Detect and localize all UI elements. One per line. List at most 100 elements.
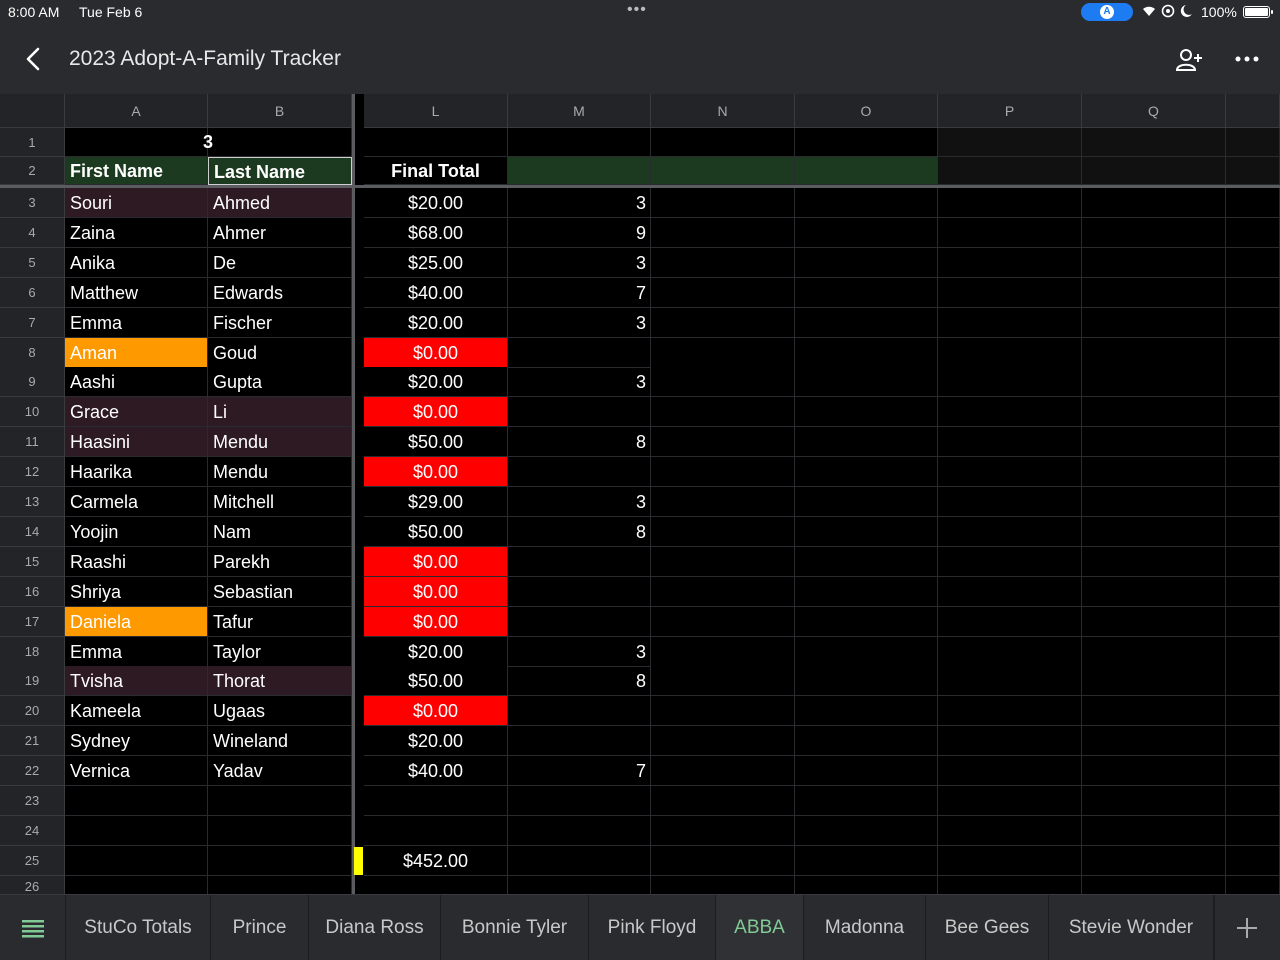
empty-cell[interactable] <box>65 845 208 876</box>
empty-cell[interactable] <box>795 277 938 308</box>
first-name-cell[interactable]: Zaina <box>65 217 208 248</box>
empty-cell[interactable] <box>1082 726 1226 757</box>
count-cell[interactable] <box>508 546 651 577</box>
empty-cell[interactable] <box>208 845 352 876</box>
empty-cell[interactable] <box>938 845 1082 876</box>
empty-cell[interactable] <box>651 875 795 894</box>
row-header-8[interactable]: 8 <box>0 337 65 368</box>
empty-cell[interactable] <box>651 786 795 816</box>
last-name-cell[interactable]: Edwards <box>208 277 352 308</box>
empty-cell[interactable] <box>1082 247 1226 278</box>
final-total-cell[interactable]: $0.00 <box>364 397 508 428</box>
empty-cell[interactable] <box>1082 576 1226 607</box>
tab-abba[interactable]: ABBA <box>716 895 804 960</box>
empty-cell[interactable] <box>1082 277 1226 308</box>
column-header-n[interactable]: N <box>651 94 795 128</box>
first-name-cell[interactable]: Souri <box>65 188 208 218</box>
empty-cell[interactable] <box>651 636 795 667</box>
row-header-4[interactable]: 4 <box>0 217 65 248</box>
row-header-21[interactable]: 21 <box>0 726 65 757</box>
first-name-cell[interactable]: Daniela <box>65 606 208 637</box>
empty-cell[interactable] <box>1082 696 1226 727</box>
final-total-cell[interactable]: $50.00 <box>364 427 508 458</box>
tab-madonna[interactable]: Madonna <box>804 895 926 960</box>
last-name-cell[interactable]: Ahmer <box>208 217 352 248</box>
empty-cell[interactable] <box>1082 188 1226 218</box>
first-name-cell[interactable]: Aman <box>65 337 208 368</box>
first-name-cell[interactable]: Kameela <box>65 696 208 727</box>
frozen-column-divider[interactable] <box>352 94 364 894</box>
empty-cell[interactable] <box>795 696 938 727</box>
empty-cell[interactable] <box>651 726 795 757</box>
empty-cell[interactable] <box>1082 217 1226 248</box>
empty-cell[interactable] <box>795 726 938 757</box>
empty-cell[interactable] <box>1226 247 1280 278</box>
last-name-cell[interactable]: Sebastian <box>208 576 352 607</box>
grand-total-cell[interactable]: $452.00 <box>364 845 508 876</box>
final-total-cell[interactable]: $25.00 <box>364 247 508 278</box>
empty-cell[interactable] <box>795 606 938 637</box>
empty-cell[interactable] <box>1082 815 1226 846</box>
final-total-cell[interactable]: $20.00 <box>364 307 508 338</box>
last-name-cell[interactable]: Gupta <box>208 367 352 398</box>
count-cell[interactable]: 3 <box>508 487 651 517</box>
empty-cell[interactable] <box>795 397 938 428</box>
empty-cell[interactable] <box>1226 367 1280 398</box>
count-cell[interactable] <box>508 606 651 637</box>
empty-cell[interactable] <box>1082 845 1226 876</box>
tab-bee-gees[interactable]: Bee Gees <box>926 895 1049 960</box>
empty-cell[interactable] <box>938 427 1082 458</box>
empty-cell[interactable] <box>938 875 1082 894</box>
row-header-25[interactable]: 25 <box>0 845 65 876</box>
last-name-cell[interactable]: Mitchell <box>208 487 352 517</box>
row-header-9[interactable]: 9 <box>0 367 65 398</box>
last-name-cell[interactable]: Yadav <box>208 756 352 787</box>
tab-diana-ross[interactable]: Diana Ross <box>309 895 441 960</box>
final-total-cell[interactable]: $50.00 <box>364 666 508 697</box>
empty-cell[interactable] <box>1082 546 1226 577</box>
tab-pink-floyd[interactable]: Pink Floyd <box>589 895 716 960</box>
empty-cell[interactable] <box>1226 487 1280 517</box>
tab-stuco-totals[interactable]: StuCo Totals <box>66 895 211 960</box>
empty-cell[interactable] <box>1082 636 1226 667</box>
empty-cell[interactable] <box>1082 666 1226 697</box>
empty-cell[interactable] <box>795 875 938 894</box>
spreadsheet-grid[interactable]: A B L M N O P Q 1 2 3 4 5 6 7 8 9 10 11 12 13 14 15 16 17 18 19 20 2… <box>0 94 1280 894</box>
count-cell[interactable] <box>508 696 651 727</box>
empty-cell[interactable] <box>1226 696 1280 727</box>
row-header-3[interactable]: 3 <box>0 188 65 218</box>
count-cell[interactable] <box>508 576 651 607</box>
final-total-cell[interactable]: $40.00 <box>364 277 508 308</box>
count-cell[interactable]: 3 <box>508 636 651 667</box>
empty-cell[interactable] <box>795 337 938 368</box>
empty-cell[interactable] <box>1226 157 1280 185</box>
empty-cell[interactable] <box>651 427 795 458</box>
first-name-cell[interactable]: Matthew <box>65 277 208 308</box>
empty-cell[interactable] <box>1082 756 1226 787</box>
empty-cell[interactable] <box>795 217 938 248</box>
empty-cell[interactable] <box>651 307 795 338</box>
first-name-cell[interactable]: Emma <box>65 636 208 667</box>
empty-cell[interactable] <box>651 487 795 517</box>
final-total-cell[interactable]: $20.00 <box>364 188 508 218</box>
empty-cell[interactable] <box>1226 128 1280 157</box>
add-sheet-button[interactable] <box>1214 895 1280 960</box>
empty-cell[interactable] <box>1226 875 1280 894</box>
empty-cell[interactable] <box>795 815 938 846</box>
empty-cell[interactable] <box>651 815 795 846</box>
empty-cell[interactable] <box>651 367 795 398</box>
empty-cell[interactable] <box>1082 786 1226 816</box>
empty-cell[interactable] <box>795 666 938 697</box>
last-name-cell[interactable]: Mendu <box>208 427 352 458</box>
header-final-total[interactable]: Final Total <box>364 157 508 185</box>
final-total-cell[interactable]: $40.00 <box>364 756 508 787</box>
row-header-20[interactable]: 20 <box>0 696 65 727</box>
empty-cell[interactable] <box>508 786 651 816</box>
empty-cell[interactable] <box>508 815 651 846</box>
empty-cell[interactable] <box>1226 516 1280 547</box>
row-header-17[interactable]: 17 <box>0 606 65 637</box>
empty-cell[interactable] <box>651 696 795 727</box>
tab-prince[interactable]: Prince <box>211 895 309 960</box>
empty-cell[interactable] <box>651 217 795 248</box>
empty-cell[interactable] <box>795 576 938 607</box>
